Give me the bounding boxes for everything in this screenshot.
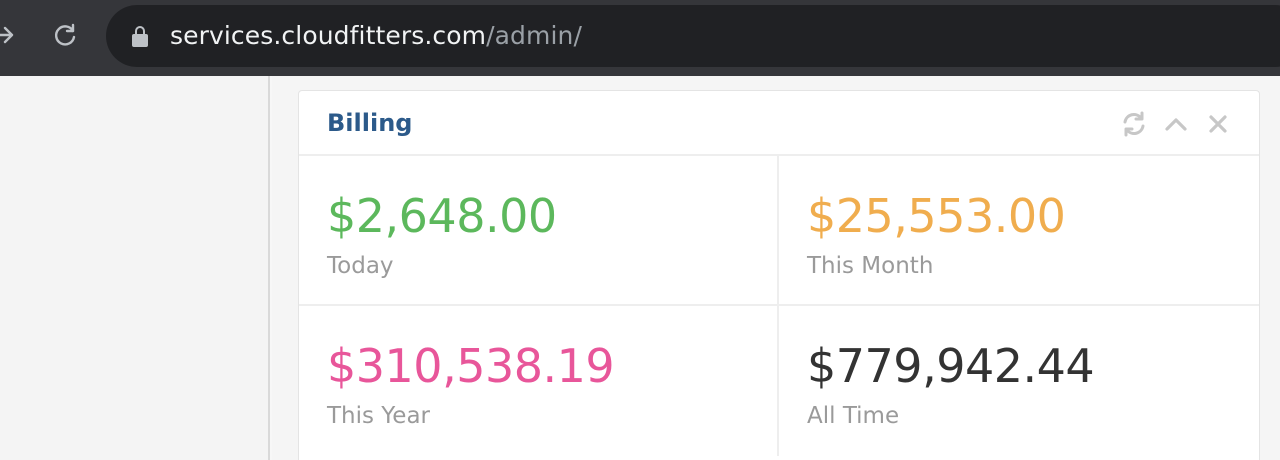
url-text: services.cloudfitters.com/admin/: [170, 19, 582, 53]
panel-header: Billing: [299, 91, 1259, 156]
stat-label: Today: [327, 253, 394, 279]
reload-icon[interactable]: [50, 20, 80, 50]
stat-today: $2,648.00 Today: [299, 156, 779, 306]
panel-title: Billing: [327, 109, 413, 137]
address-bar[interactable]: services.cloudfitters.com/admin/: [106, 5, 1280, 67]
forward-icon[interactable]: [0, 20, 18, 50]
left-sidebar: [0, 76, 270, 460]
browser-toolbar: services.cloudfitters.com/admin/: [0, 0, 1280, 76]
stat-this-month: $25,553.00 This Month: [779, 156, 1259, 306]
stat-this-year: $310,538.19 This Year: [299, 306, 779, 456]
stat-all-time: $779,942.44 All Time: [779, 306, 1259, 456]
url-host: services.cloudfitters.com: [170, 21, 487, 50]
lock-icon[interactable]: [130, 24, 150, 48]
stat-amount: $25,553.00: [807, 189, 1066, 243]
stat-label: All Time: [807, 403, 900, 429]
billing-stats-grid: $2,648.00 Today $25,553.00 This Month $3…: [299, 156, 1259, 460]
panel-tools: [1119, 109, 1233, 139]
stat-amount: $779,942.44: [807, 339, 1095, 393]
stat-amount: $2,648.00: [327, 189, 557, 243]
url-path: /admin/: [486, 21, 582, 50]
billing-panel: Billing $2,648.00 Today $25,553.00 This …: [298, 90, 1260, 460]
refresh-icon[interactable]: [1119, 109, 1149, 139]
collapse-icon[interactable]: [1161, 109, 1191, 139]
stat-amount: $310,538.19: [327, 339, 615, 393]
close-icon[interactable]: [1203, 109, 1233, 139]
stat-label: This Month: [807, 253, 934, 279]
stat-label: This Year: [327, 403, 431, 429]
